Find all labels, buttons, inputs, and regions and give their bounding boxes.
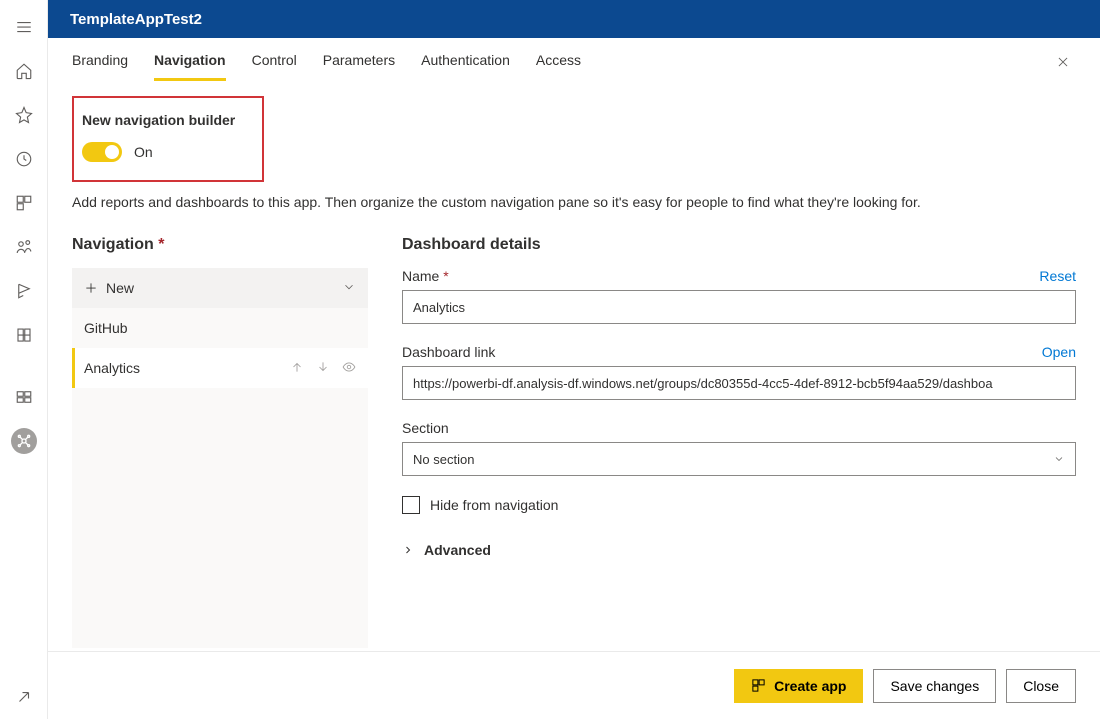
create-app-icon <box>751 678 766 693</box>
builder-toggle[interactable] <box>82 142 122 162</box>
section-label: Section <box>402 420 449 436</box>
builder-toggle-label: On <box>134 144 153 160</box>
apps-icon[interactable] <box>0 181 48 225</box>
workspaces-icon[interactable] <box>0 313 48 357</box>
chevron-right-icon <box>402 544 414 556</box>
chevron-down-icon <box>342 280 356 297</box>
save-changes-button[interactable]: Save changes <box>873 669 996 703</box>
menu-icon[interactable] <box>0 5 48 49</box>
nav-item-analytics[interactable]: Analytics <box>72 348 368 388</box>
plus-icon <box>84 281 98 295</box>
hide-checkbox-row[interactable]: Hide from navigation <box>402 496 1076 514</box>
nav-item-github[interactable]: GitHub <box>72 308 368 348</box>
home-icon[interactable] <box>0 49 48 93</box>
create-app-button[interactable]: Create app <box>734 669 863 703</box>
close-icon[interactable] <box>1050 49 1076 78</box>
tab-authentication[interactable]: Authentication <box>421 46 510 81</box>
tab-branding[interactable]: Branding <box>72 46 128 81</box>
learn-icon[interactable] <box>0 269 48 313</box>
tab-bar: Branding Navigation Control Parameters A… <box>72 46 581 81</box>
section-select[interactable]: No section <box>402 442 1076 476</box>
chevron-down-icon <box>1053 453 1065 465</box>
name-input[interactable] <box>402 290 1076 324</box>
builder-toggle-panel: New navigation builder On <box>72 96 264 182</box>
new-nav-item-button[interactable]: New <box>72 268 368 308</box>
name-label: Name * <box>402 268 449 284</box>
current-workspace-icon[interactable] <box>0 419 48 463</box>
recent-icon[interactable] <box>0 137 48 181</box>
visibility-icon[interactable] <box>342 360 356 377</box>
move-up-icon[interactable] <box>290 360 304 377</box>
tab-navigation[interactable]: Navigation <box>154 46 226 81</box>
hide-checkbox[interactable] <box>402 496 420 514</box>
move-down-icon[interactable] <box>316 360 330 377</box>
tab-access[interactable]: Access <box>536 46 581 81</box>
close-button[interactable]: Close <box>1006 669 1076 703</box>
name-reset-link[interactable]: Reset <box>1039 268 1076 284</box>
builder-title: New navigation builder <box>78 112 248 128</box>
deployment-icon[interactable] <box>0 375 48 419</box>
helper-text: Add reports and dashboards to this app. … <box>72 194 1076 210</box>
link-label: Dashboard link <box>402 344 495 360</box>
shared-icon[interactable] <box>0 225 48 269</box>
page-title: TemplateAppTest2 <box>48 0 1100 38</box>
advanced-expander[interactable]: Advanced <box>402 542 1076 558</box>
link-input[interactable] <box>402 366 1076 400</box>
tab-control[interactable]: Control <box>252 46 297 81</box>
navigation-section-title: Navigation * <box>72 236 368 254</box>
tab-parameters[interactable]: Parameters <box>323 46 395 81</box>
hide-label: Hide from navigation <box>430 497 558 513</box>
details-title: Dashboard details <box>402 236 1076 254</box>
favorites-icon[interactable] <box>0 93 48 137</box>
get-data-icon[interactable] <box>0 675 48 719</box>
link-open-link[interactable]: Open <box>1042 344 1076 360</box>
